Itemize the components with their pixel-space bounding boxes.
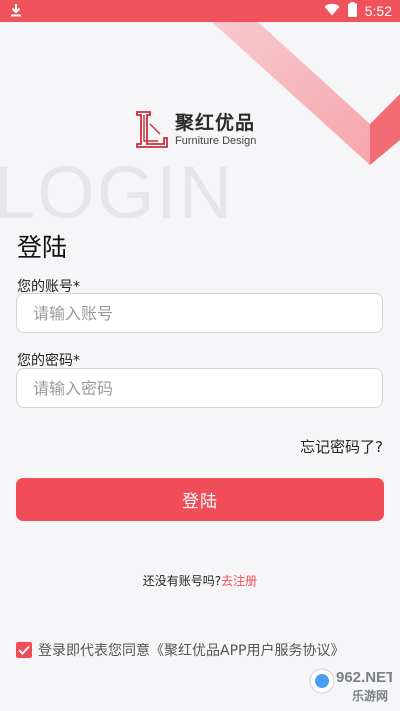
brand-logo-icon	[136, 111, 168, 148]
status-left	[10, 2, 22, 21]
agreement-checkbox[interactable]	[16, 642, 32, 658]
download-icon	[10, 2, 22, 21]
wifi-icon	[324, 3, 340, 19]
register-link[interactable]: 去注册	[221, 574, 257, 588]
battery-icon	[347, 2, 357, 20]
site-watermark-badge: 962.NET 乐游网	[309, 668, 392, 703]
badge-text-bottom: 乐游网	[352, 688, 388, 703]
badge-text-top: 962.NET	[336, 669, 392, 686]
register-prompt-text: 还没有账号吗?	[142, 574, 222, 588]
status-right: 5:52	[324, 2, 392, 20]
brand-name-cn: 聚红优品	[175, 111, 256, 134]
decorative-v-shape	[212, 22, 400, 165]
agreement-row: 登录即代表您同意《聚红优品APP用户服务协议》	[16, 640, 344, 660]
register-prompt: 还没有账号吗?去注册	[0, 572, 400, 589]
login-button[interactable]: 登陆	[16, 478, 384, 521]
password-label: 您的密码*	[17, 353, 80, 369]
page-title: 登陆	[17, 233, 68, 262]
brand-name-en: Furniture Design	[175, 134, 257, 147]
status-bar: 5:52	[0, 0, 400, 22]
brand-logo-text: 聚红优品 Furniture Design	[175, 111, 257, 147]
forgot-password-link[interactable]: 忘记密码了?	[300, 436, 383, 457]
password-input[interactable]	[16, 368, 383, 408]
account-input[interactable]	[16, 293, 383, 333]
status-time: 5:52	[364, 3, 392, 19]
brand-logo: 聚红优品 Furniture Design	[134, 110, 256, 150]
agreement-text[interactable]: 登录即代表您同意《聚红优品APP用户服务协议》	[38, 640, 344, 660]
checkmark-icon	[18, 645, 30, 655]
